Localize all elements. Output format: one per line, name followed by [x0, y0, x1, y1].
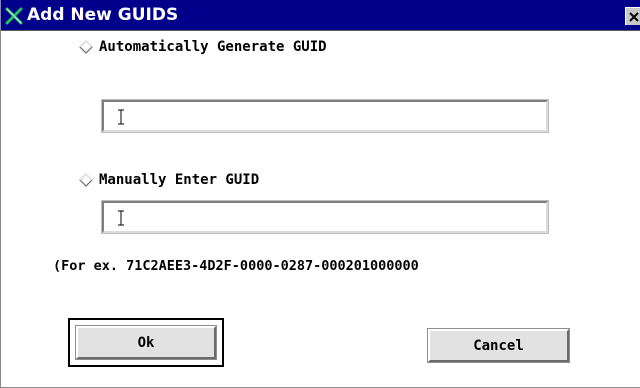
auto-guid-field[interactable]: [101, 99, 549, 133]
text-cursor-icon: [118, 109, 124, 125]
close-button[interactable]: [625, 7, 640, 25]
example-guid-text: (For ex. 71C2AEE3-4D2F-0000-0287-0002010…: [53, 258, 419, 274]
radio-diamond-icon[interactable]: [79, 40, 93, 54]
radio-diamond-icon[interactable]: [79, 173, 93, 187]
text-cursor-icon: [118, 210, 124, 226]
ok-button[interactable]: Ok: [75, 325, 217, 360]
cancel-button[interactable]: Cancel: [427, 328, 570, 363]
manual-guid-field[interactable]: [101, 200, 549, 234]
manual-enter-label: Manually Enter GUID: [99, 172, 260, 188]
add-guids-dialog: Add New GUIDS Automatically Generate GUI…: [0, 0, 640, 388]
auto-generate-label: Automatically Generate GUID: [99, 39, 327, 55]
title-bar[interactable]: Add New GUIDS: [1, 0, 640, 31]
x-logo-icon: [5, 7, 23, 25]
default-button-frame: Ok: [68, 318, 224, 367]
manual-enter-option[interactable]: Manually Enter GUID: [79, 170, 259, 190]
dialog-title: Add New GUIDS: [27, 5, 179, 25]
auto-generate-option[interactable]: Automatically Generate GUID: [79, 37, 327, 57]
close-icon: [629, 12, 639, 22]
